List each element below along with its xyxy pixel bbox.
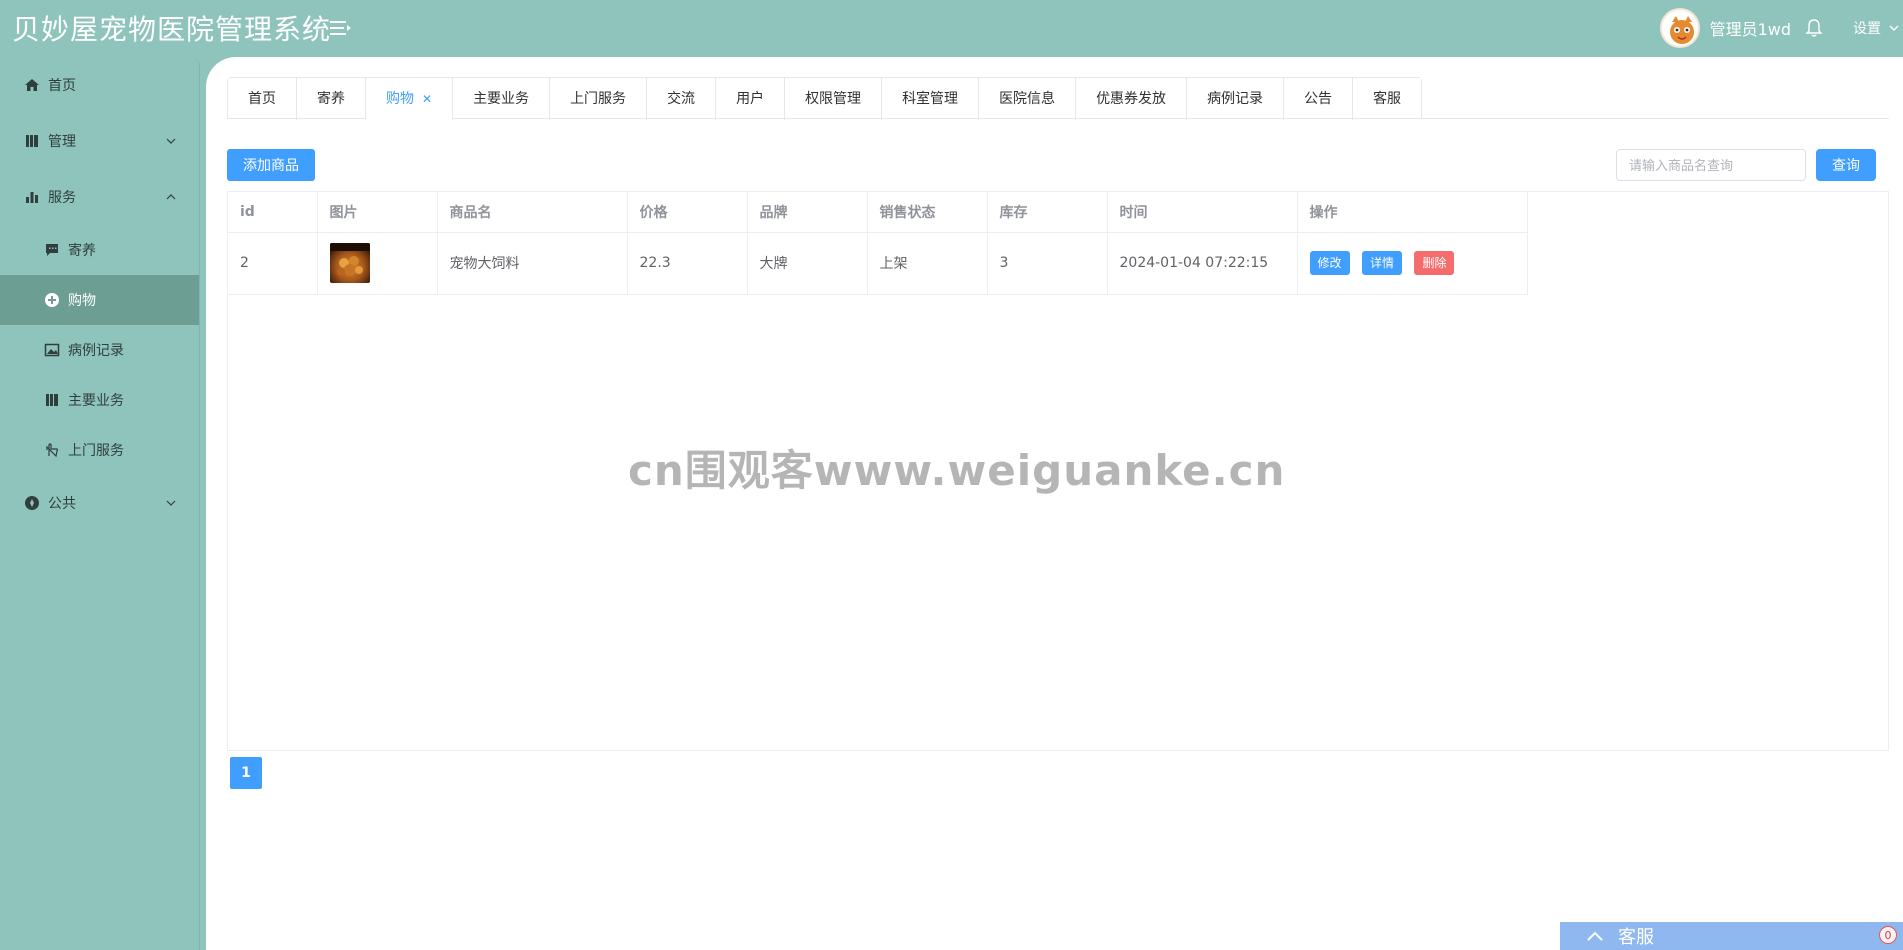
tab-departments[interactable]: 科室管理 xyxy=(881,78,979,120)
plus-circle-icon xyxy=(45,293,59,307)
cell-image xyxy=(317,232,438,295)
sidebar-item-label: 首页 xyxy=(48,78,76,94)
user-name[interactable]: 管理员1wd xyxy=(1710,16,1791,40)
delete-button[interactable]: 删除 xyxy=(1414,251,1455,275)
column-header: 库存 xyxy=(987,192,1108,233)
column-header: 销售状态 xyxy=(867,192,988,233)
hand-icon xyxy=(46,443,59,458)
sidebar-item-public[interactable]: 公共 xyxy=(0,475,199,531)
table-header-row: id 图片 商品名 价格 品牌 销售状态 库存 时间 操作 xyxy=(228,192,1528,233)
sidebar-subitem-home-service[interactable]: 上门服务 xyxy=(0,425,199,475)
column-header: 时间 xyxy=(1107,192,1298,233)
cell-brand: 大牌 xyxy=(747,232,868,295)
sidebar-item-manage[interactable]: 管理 xyxy=(0,113,199,169)
chevron-down-icon xyxy=(166,500,176,506)
cell-time: 2024-01-04 07:22:15 xyxy=(1107,232,1298,295)
unread-badge: 0 xyxy=(1879,926,1897,944)
sidebar-item-label: 公共 xyxy=(48,496,76,512)
add-product-button[interactable]: 添加商品 xyxy=(227,149,315,181)
tab-coupons[interactable]: 优惠券发放 xyxy=(1075,78,1187,120)
main-content: 首页 寄养 购物 ✕ 主要业务 上门服务 交流 用户 权限管理 科室管理 医院信息… xyxy=(206,57,1903,950)
chat-icon xyxy=(46,244,58,256)
book-icon xyxy=(26,135,38,147)
tab-bar: 首页 寄养 购物 ✕ 主要业务 上门服务 交流 用户 权限管理 科室管理 医院信息… xyxy=(227,77,1423,120)
app-title: 贝妙屋宠物医院管理系统 xyxy=(12,13,332,46)
sidebar-item-label: 主要业务 xyxy=(68,393,124,409)
top-header: 贝妙屋宠物医院管理系统 管理员1wd 设置 xyxy=(0,0,1903,55)
book-icon xyxy=(46,394,58,406)
cell-stock: 3 xyxy=(987,232,1108,295)
product-thumbnail[interactable] xyxy=(329,243,370,283)
tab-foster[interactable]: 寄养 xyxy=(296,78,365,120)
cell-id: 2 xyxy=(228,232,318,295)
sidebar-subitem-foster[interactable]: 寄养 xyxy=(0,225,199,275)
chevron-up-icon xyxy=(166,194,176,200)
detail-button[interactable]: 详情 xyxy=(1361,251,1402,275)
tab-home[interactable]: 首页 xyxy=(228,78,296,120)
column-header: 价格 xyxy=(627,192,748,233)
chevron-up-icon xyxy=(1587,931,1603,941)
menu-toggle-icon[interactable] xyxy=(330,18,352,38)
cell-actions: 修改 详情 删除 xyxy=(1297,232,1528,295)
column-header: 操作 xyxy=(1297,192,1528,233)
sidebar-item-label: 服务 xyxy=(48,190,76,206)
tab-exchange[interactable]: 交流 xyxy=(646,78,716,120)
sidebar-item-home[interactable]: 首页 xyxy=(0,57,199,113)
tab-home-service[interactable]: 上门服务 xyxy=(549,78,647,120)
picture-icon xyxy=(44,343,60,357)
customer-service-chat[interactable]: 客服 0 xyxy=(1560,922,1903,950)
table-row: 2 宠物大饲料 22.3 大牌 上架 3 2024-01-04 07:22:15… xyxy=(228,232,1528,295)
bell-icon[interactable] xyxy=(1805,18,1823,38)
avatar[interactable] xyxy=(1659,7,1700,48)
sidebar-item-label: 购物 xyxy=(68,293,96,309)
tab-customer-service[interactable]: 客服 xyxy=(1352,78,1422,120)
home-icon xyxy=(25,79,39,91)
tab-divider xyxy=(227,118,1889,119)
edit-button[interactable]: 修改 xyxy=(1309,251,1350,275)
column-header: id xyxy=(228,192,318,233)
search-input[interactable] xyxy=(1616,149,1806,181)
tab-main-business[interactable]: 主要业务 xyxy=(452,78,550,120)
tab-permissions[interactable]: 权限管理 xyxy=(784,78,882,120)
pagination-page[interactable]: 1 xyxy=(230,757,262,789)
sidebar-subitem-main-business[interactable]: 主要业务 xyxy=(0,375,199,425)
column-header: 品牌 xyxy=(747,192,868,233)
sidebar-subitem-case-records[interactable]: 病例记录 xyxy=(0,325,199,375)
column-header: 图片 xyxy=(317,192,438,233)
sidebar-item-label: 管理 xyxy=(48,134,76,150)
settings-menu[interactable]: 设置 xyxy=(1853,18,1881,38)
tab-shopping[interactable]: 购物 ✕ xyxy=(365,78,453,120)
tab-users[interactable]: 用户 xyxy=(715,78,785,120)
cell-status: 上架 xyxy=(867,232,988,295)
cell-name: 宠物大饲料 xyxy=(437,232,628,295)
sidebar-item-label: 病例记录 xyxy=(68,343,124,359)
chevron-down-icon[interactable] xyxy=(1887,21,1901,35)
sidebar-item-label: 寄养 xyxy=(68,243,96,259)
chat-label: 客服 xyxy=(1618,927,1654,948)
tab-case-records[interactable]: 病例记录 xyxy=(1186,78,1284,120)
tab-label: 购物 xyxy=(386,91,414,107)
compass-icon xyxy=(25,496,39,510)
search-button[interactable]: 查询 xyxy=(1816,149,1876,181)
close-icon[interactable]: ✕ xyxy=(422,92,432,106)
sidebar-subitem-shopping[interactable]: 购物 xyxy=(0,275,199,325)
tab-hospital-info[interactable]: 医院信息 xyxy=(978,78,1076,120)
bar-chart-icon xyxy=(26,192,38,203)
column-header: 商品名 xyxy=(437,192,628,233)
sidebar: 首页 管理 服务 寄养 购物 病例记录 主要业务 上门服务 公共 xyxy=(0,57,200,950)
chevron-down-icon xyxy=(166,138,176,144)
watermark: cn围观客www.weiguanke.cn xyxy=(628,446,1286,495)
cell-price: 22.3 xyxy=(627,232,748,295)
header-user-area: 管理员1wd 设置 xyxy=(1659,0,1903,55)
sidebar-item-service[interactable]: 服务 xyxy=(0,169,199,225)
sidebar-item-label: 上门服务 xyxy=(68,443,124,459)
tab-announcements[interactable]: 公告 xyxy=(1283,78,1353,120)
